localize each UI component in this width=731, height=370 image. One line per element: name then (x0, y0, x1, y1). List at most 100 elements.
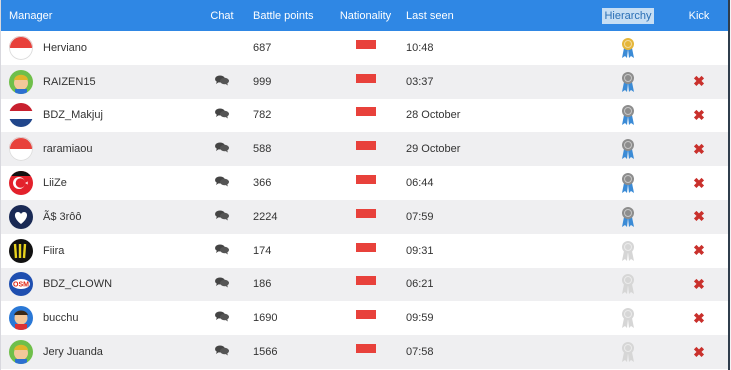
manager[interactable]: Fiira (1, 238, 191, 263)
kick-x-icon[interactable]: ✖ (693, 141, 705, 157)
last-seen: 10:48 (406, 41, 434, 54)
kick-cell: ✖ (668, 166, 730, 200)
kick-x-icon[interactable]: ✖ (693, 175, 705, 191)
col-last-seen[interactable]: Last seen (398, 0, 588, 31)
silver-medal-icon[interactable] (619, 71, 637, 92)
manager[interactable]: BDZ_Makjuj (1, 103, 191, 128)
members-panel: Manager Chat Battle points Nationality L… (0, 0, 730, 370)
manager[interactable]: bucchu (1, 306, 191, 331)
chat-icon[interactable] (215, 277, 229, 291)
chat-icon[interactable] (215, 176, 229, 190)
chat-icon[interactable] (215, 244, 229, 258)
flag-icon (355, 276, 376, 286)
manager-name[interactable]: Herviano (43, 42, 87, 54)
chat-cell (191, 200, 253, 234)
gold-medal-icon[interactable] (619, 37, 637, 58)
chat-icon[interactable] (215, 142, 229, 156)
manager-name[interactable]: BDZ_Makjuj (43, 109, 103, 121)
battle-points: 1566 (253, 346, 278, 359)
col-chat[interactable]: Chat (191, 0, 253, 31)
manager-name[interactable]: LiiZe (43, 177, 67, 189)
table-row[interactable]: Fiira 174 09:31 ✖ (1, 233, 730, 268)
last-seen: 06:44 (406, 177, 434, 190)
table-row[interactable]: RAIZEN15 999 03:37 ✖ (1, 64, 730, 99)
chat-icon[interactable] (215, 210, 229, 224)
col-hierarchy[interactable]: Hierarchy (602, 7, 654, 24)
manager-name[interactable]: BDZ_CLOWN (43, 278, 112, 290)
chat-cell (191, 99, 253, 133)
flag-icon (355, 73, 376, 83)
silver-medal-icon[interactable] (619, 139, 637, 160)
chat-icon[interactable] (215, 75, 229, 89)
flag-indonesia-icon (9, 137, 33, 162)
silver-medal-icon[interactable] (619, 206, 637, 227)
manager-cell: OSM BDZ_CLOWN (1, 268, 191, 302)
chat-icon[interactable] (215, 345, 229, 359)
table-row[interactable]: BDZ_Makjuj 782 28 October ✖ (1, 98, 730, 133)
manager[interactable]: Jery Juanda (1, 340, 191, 365)
manager-name[interactable]: Fiira (43, 245, 64, 257)
manager-cell: BDZ_Makjuj (1, 99, 191, 133)
kick-cell (668, 31, 730, 65)
cartoon-face-icon (9, 340, 33, 365)
chat-cell (191, 166, 253, 200)
manager-name[interactable]: RAIZEN15 (43, 76, 96, 88)
grey-medal-icon[interactable] (619, 274, 637, 295)
col-kick[interactable]: Kick (668, 0, 730, 31)
nationality-cell (333, 234, 398, 268)
manager[interactable]: raramiaou (1, 137, 191, 162)
manager-cell: LiiZe (1, 166, 191, 200)
grey-medal-icon[interactable] (619, 240, 637, 261)
manager-name[interactable]: raramiaou (43, 143, 93, 155)
kick-x-icon[interactable]: ✖ (693, 344, 705, 360)
flag-icon (355, 310, 376, 320)
nationality-cell (333, 301, 398, 335)
table-row[interactable]: Herviano 687 10:48 (1, 31, 730, 65)
manager-name[interactable]: Jery Juanda (43, 346, 103, 358)
kick-x-icon[interactable]: ✖ (693, 242, 705, 258)
kick-x-icon[interactable]: ✖ (693, 276, 705, 292)
silver-medal-icon[interactable] (619, 105, 637, 126)
kick-cell: ✖ (668, 301, 730, 335)
hierarchy-cell (588, 166, 668, 200)
kick-x-icon[interactable]: ✖ (693, 107, 705, 123)
silver-medal-icon[interactable] (619, 173, 637, 194)
table-row[interactable]: bucchu 1690 09:59 ✖ (1, 301, 730, 336)
col-battle-points[interactable]: Battle points (253, 0, 333, 31)
manager-name[interactable]: Ã$ 3rôô (43, 211, 82, 223)
chat-cell (191, 31, 253, 65)
table-row[interactable]: OSM BDZ_CLOWN 186 06:21 ✖ (1, 267, 730, 302)
chat-cell (191, 65, 253, 99)
table-row[interactable]: raramiaou 588 29 October ✖ (1, 132, 730, 167)
col-manager[interactable]: Manager (1, 0, 191, 31)
grey-medal-icon[interactable] (619, 342, 637, 363)
flag-icon (355, 141, 376, 151)
hierarchy-cell (588, 31, 668, 65)
kick-x-icon[interactable]: ✖ (693, 73, 705, 89)
hierarchy-cell (588, 234, 668, 268)
battle-points: 2224 (253, 210, 278, 223)
chat-cell (191, 335, 253, 369)
last-seen: 03:37 (406, 75, 434, 88)
manager[interactable]: LiiZe (1, 171, 191, 196)
chat-cell (191, 234, 253, 268)
kick-x-icon[interactable]: ✖ (693, 310, 705, 326)
flag-icon (355, 344, 376, 354)
chat-icon[interactable] (215, 311, 229, 325)
col-nationality[interactable]: Nationality (333, 0, 398, 31)
table-row[interactable]: Jery Juanda 1566 07:58 ✖ (1, 335, 730, 369)
manager[interactable]: OSM BDZ_CLOWN (1, 272, 191, 297)
badge-logo-icon: OSM (9, 272, 33, 297)
table-row[interactable]: LiiZe 366 06:44 ✖ (1, 166, 730, 200)
battle-points: 1690 (253, 312, 278, 325)
manager[interactable]: Herviano (1, 35, 191, 60)
chat-icon[interactable] (215, 108, 229, 122)
cartoon-face-icon (9, 69, 33, 94)
manager[interactable]: RAIZEN15 (1, 69, 191, 94)
grey-medal-icon[interactable] (619, 308, 637, 329)
manager[interactable]: Ã$ 3rôô (1, 204, 191, 229)
manager-name[interactable]: bucchu (43, 312, 78, 324)
kick-x-icon[interactable]: ✖ (693, 208, 705, 224)
kick-cell: ✖ (668, 268, 730, 302)
table-row[interactable]: Ã$ 3rôô 2224 07:59 ✖ (1, 199, 730, 234)
